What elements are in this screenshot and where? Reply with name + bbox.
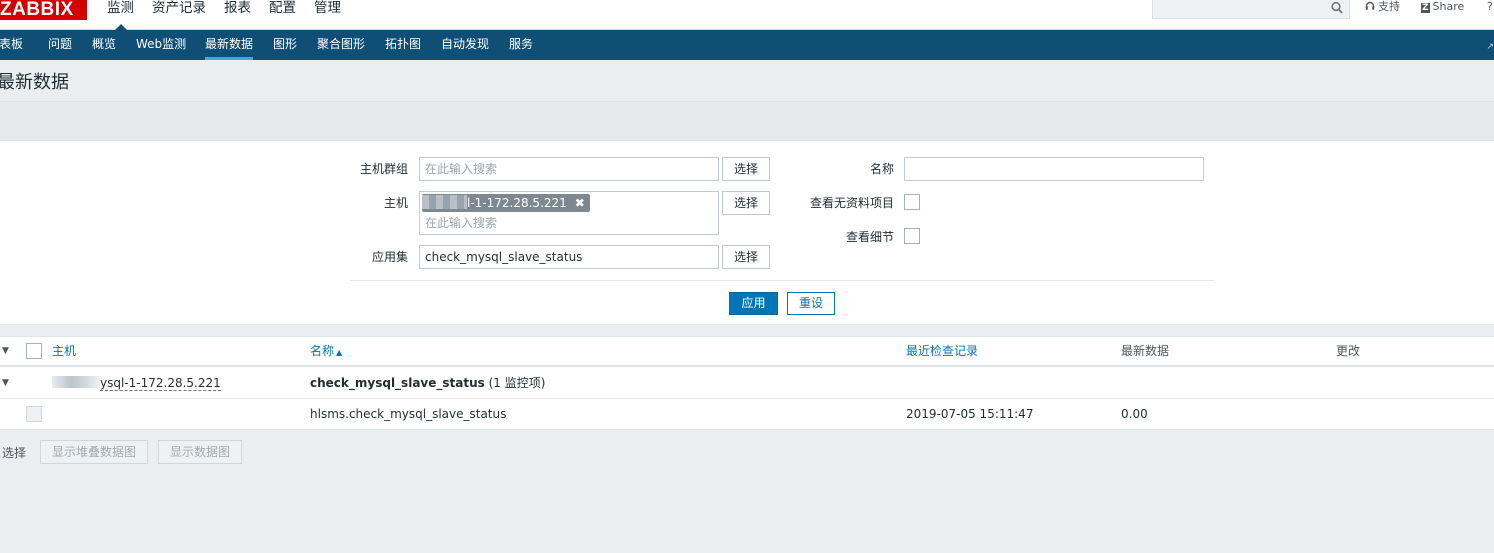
search-icon[interactable] [1331,1,1343,15]
host-group-label: 主机群组 [359,162,408,176]
global-search-input[interactable] [1152,0,1350,19]
host-group-input[interactable]: 在此输入搜索 [419,157,719,181]
menu-inventory[interactable]: 资产记录 [143,0,215,30]
table-row: hlsms.check_mysql_slave_status 2019-07-0… [0,399,1494,430]
subnav-latest-data[interactable]: 最新数据 [205,30,254,60]
subnav-problems[interactable]: 问题 [48,30,72,60]
menu-reports[interactable]: 报表 [215,0,260,30]
host-label: 主机 [383,196,408,210]
latest-data-table: ▼ 主机 名称 ▲ 最近检查记录 最新数据 更改 ▼ ysql-1-172.28.… [0,336,1494,430]
top-bar: ZABBIX 监测 资产记录 报表 配置 管理 支持 Z Share ? [0,0,1494,30]
column-last-check[interactable]: 最近检查记录 [906,344,978,358]
application-label: 应用集 [371,250,408,264]
host-group-select-button[interactable]: 选择 [722,157,770,181]
host-multiselect[interactable]: l-1-172.28.5.221 ✖ 在此输入搜索 [419,191,719,235]
subnav-services[interactable]: 服务 [509,30,533,60]
reset-button[interactable]: 重设 [787,292,835,315]
column-name[interactable]: 名称 ▲ [310,344,342,360]
column-host[interactable]: 主机 [52,344,76,358]
headset-icon [1365,0,1375,14]
redacted-hostname [52,376,100,388]
application-group: check_mysql_slave_status (1 监控项) [310,376,546,390]
host-chip: l-1-172.28.5.221 ✖ [422,194,590,212]
zabbix-logo[interactable]: ZABBIX [0,0,87,20]
select-all-checkbox[interactable] [26,343,42,359]
table-header: ▼ 主机 名称 ▲ 最近检查记录 最新数据 更改 [0,337,1494,367]
item-checkbox[interactable] [26,406,42,422]
subnav-screens[interactable]: 聚合图形 [317,30,365,60]
show-items-without-data-checkbox[interactable] [904,194,920,210]
share-link[interactable]: Z Share [1421,0,1464,14]
page-title: 最新数据 [0,72,69,93]
subnav-overview[interactable]: 概览 [92,30,116,60]
show-items-without-data-label: 查看无资料项目 [809,196,894,210]
host-name-link[interactable]: ysql-1-172.28.5.221 [52,376,221,391]
show-details-checkbox[interactable] [904,228,920,244]
application-input[interactable]: check_mysql_slave_status [419,245,719,269]
remove-host-icon[interactable]: ✖ [575,196,585,210]
selected-count-label: 选择 [2,446,27,460]
name-input[interactable] [904,157,1204,181]
help-link[interactable]: ? [1487,0,1493,14]
subnav-maps[interactable]: 拓扑图 [385,30,421,60]
main-menu: 监测 资产记录 报表 配置 管理 [98,0,350,30]
subnav-web[interactable]: Web监测 [136,30,186,60]
item-last-value: 0.00 [1121,407,1148,421]
redacted-hostname [422,195,467,209]
name-label: 名称 [869,162,894,176]
menu-configuration[interactable]: 配置 [260,0,305,30]
subnav-dashboard[interactable]: 仪表板 [0,30,23,60]
filter-tab-bar[interactable] [0,101,1494,141]
application-select-button[interactable]: 选择 [722,245,770,269]
show-details-label: 查看细节 [845,230,894,244]
share-icon: Z [1421,3,1430,13]
table-row-group: ▼ ysql-1-172.28.5.221 check_mysql_slave_… [0,368,1494,399]
filter-panel: 主机群组 在此输入搜索 选择 主机 l-1-172.28.5.221 ✖ 在此输入… [0,141,1494,325]
host-search-placeholder[interactable]: 在此输入搜索 [425,216,497,230]
collapse-group-icon[interactable]: ▼ [2,378,9,388]
column-change: 更改 [1336,344,1361,358]
filter-divider [350,280,1214,281]
item-last-check: 2019-07-05 15:11:47 [906,407,1034,421]
subnav-discovery[interactable]: 自动发现 [441,30,489,60]
display-graph-button[interactable]: 显示数据图 [158,440,242,464]
apply-button[interactable]: 应用 [729,292,778,315]
support-link[interactable]: 支持 [1365,0,1400,14]
subnav-graphs[interactable]: 图形 [273,30,297,60]
sub-navigation: 仪表板 问题 概览 Web监测 最新数据 图形 聚合图形 拓扑图 自动发现 服务… [0,30,1494,60]
menu-monitoring[interactable]: 监测 [98,0,143,30]
host-select-button[interactable]: 选择 [722,191,770,215]
item-name: hlsms.check_mysql_slave_status [310,407,507,421]
column-last-value: 最新数据 [1121,344,1170,358]
collapse-all-icon[interactable]: ▼ [2,346,9,356]
expand-icon[interactable]: ↗ [1486,42,1494,52]
sort-asc-icon: ▲ [336,348,343,357]
display-stacked-graph-button[interactable]: 显示堆叠数据图 [40,440,148,464]
menu-administration[interactable]: 管理 [305,0,350,30]
